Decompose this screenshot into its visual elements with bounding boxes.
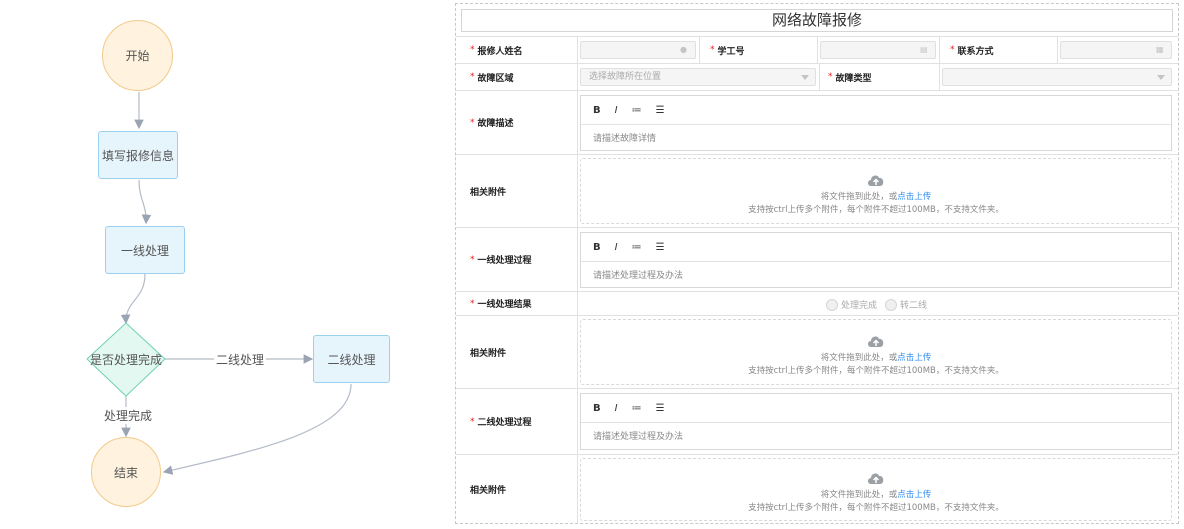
phone-icon: ▦ — [1156, 45, 1164, 54]
bold-button[interactable]: B — [593, 403, 601, 414]
attachments-label: 相关附件 — [470, 187, 507, 198]
chevron-down-icon — [1157, 75, 1165, 80]
fault-report-form: 网络故障报修 *报修人姓名 ● *学工号 ▤ *联系方式 ▦ *故障区域 — [455, 3, 1179, 524]
cloud-upload-icon — [868, 473, 884, 484]
radio-transfer[interactable] — [885, 298, 898, 311]
edge-firstline-decision — [120, 273, 146, 325]
radio-done[interactable] — [826, 298, 838, 311]
second-process-editor[interactable]: B I ≔ ☰ 请描述处理过程及办法 — [580, 393, 1172, 450]
first-line-node-label: 一线处理 — [120, 243, 169, 258]
bullet-list-button[interactable]: ☰ — [656, 403, 665, 414]
first-line-node[interactable]: 一线处理 — [105, 226, 185, 274]
end-node[interactable]: 结束 — [91, 437, 161, 507]
form-title: 网络故障报修 — [461, 9, 1173, 32]
row-attachments-2: 相关附件 将文件拖到此处，或点击上传 支持按ctrl上传多个附件，每个附件不超过… — [456, 315, 1178, 388]
italic-button[interactable]: I — [615, 105, 618, 116]
italic-button[interactable]: I — [615, 242, 618, 253]
second-line-node-label: 二线处理 — [327, 352, 376, 367]
cloud-upload-icon — [868, 336, 884, 347]
second-process-placeholder: 请描述处理过程及办法 — [593, 432, 684, 442]
id-card-icon: ▤ — [920, 45, 928, 54]
cloud-upload-icon — [868, 175, 884, 186]
editor-toolbar: B I ≔ ☰ — [581, 96, 1171, 125]
fill-info-node[interactable]: 填写报修信息 — [98, 131, 178, 179]
fault-type-label: * 故障类型 — [828, 72, 872, 84]
first-result-radio-group: 处理完成 转二线 — [826, 298, 935, 311]
fault-desc-placeholder: 请描述故障详情 — [593, 134, 657, 144]
start-node-label: 开始 — [125, 49, 150, 63]
reporter-name-label: * 报修人姓名 — [470, 45, 523, 57]
reporter-name-input[interactable]: ● — [580, 41, 696, 59]
edge-label-done: 处理完成 — [102, 407, 155, 424]
edge-secondline-end — [162, 383, 352, 475]
start-node[interactable]: 开始 — [102, 20, 173, 91]
row-fault-desc: * 故障描述 B I ≔ ☰ 请描述故障详情 — [456, 90, 1178, 154]
row-attachments-1: 相关附件 将文件拖到此处，或点击上传 支持按ctrl上传多个附件，每个附件不超过… — [456, 154, 1178, 227]
attachments-label: 相关附件 — [470, 485, 507, 496]
flowchart: 开始 填写报修信息 一线处理 是否处理完成 二线处理 结束 二线处理 处理完成 — [0, 0, 440, 529]
fill-info-node-label: 填写报修信息 — [101, 148, 174, 163]
fault-area-select[interactable]: 选择故障所在位置 — [580, 68, 816, 86]
upload-hint: 支持按ctrl上传多个附件，每个附件不超过100MB，不支持文件夹。 — [748, 503, 1004, 513]
ordered-list-button[interactable]: ≔ — [632, 403, 642, 414]
contact-label: * 联系方式 — [950, 45, 994, 57]
bold-button[interactable]: B — [593, 105, 601, 116]
second-line-node[interactable]: 二线处理 — [313, 335, 390, 383]
user-icon: ● — [680, 45, 687, 54]
attachment-upload-area[interactable]: 将文件拖到此处，或点击上传 支持按ctrl上传多个附件，每个附件不超过100MB… — [580, 319, 1172, 385]
row-reporter: * 报修人姓名 ● * 学工号 ▤ * 联系方式 ▦ — [456, 36, 1178, 63]
radio-transfer-label: 转二线 — [900, 301, 928, 311]
fault-desc-editor[interactable]: B I ≔ ☰ 请描述故障详情 — [580, 95, 1172, 151]
click-upload-link[interactable]: 点击上传 — [897, 192, 931, 202]
chevron-down-icon — [801, 75, 809, 80]
ordered-list-button[interactable]: ≔ — [632, 242, 642, 253]
row-fault-area: * 故障区域 选择故障所在位置 * 故障类型 — [456, 63, 1178, 90]
bold-button[interactable]: B — [593, 242, 601, 253]
contact-input[interactable]: ▦ — [1060, 41, 1172, 59]
fault-area-placeholder: 选择故障所在位置 — [589, 72, 662, 82]
upload-hint: 支持按ctrl上传多个附件，每个附件不超过100MB，不支持文件夹。 — [748, 366, 1004, 376]
italic-button[interactable]: I — [615, 403, 618, 414]
ordered-list-button[interactable]: ≔ — [632, 105, 642, 116]
row-first-process: * 一线处理过程 B I ≔ ☰ 请描述处理过程及办法 — [456, 227, 1178, 291]
attachment-upload-area[interactable]: 将文件拖到此处，或点击上传 支持按ctrl上传多个附件，每个附件不超过100MB… — [580, 458, 1172, 521]
row-second-process: * 二线处理过程 B I ≔ ☰ 请描述处理过程及办法 — [456, 388, 1178, 454]
attachment-upload-area[interactable]: 将文件拖到此处，或点击上传 支持按ctrl上传多个附件，每个附件不超过100MB… — [580, 158, 1172, 224]
bullet-list-button[interactable]: ☰ — [656, 242, 665, 253]
second-process-label: * 二线处理过程 — [470, 416, 532, 429]
first-process-editor[interactable]: B I ≔ ☰ 请描述处理过程及办法 — [580, 232, 1172, 288]
student-id-input[interactable]: ▤ — [820, 41, 936, 59]
upload-hint: 支持按ctrl上传多个附件，每个附件不超过100MB，不支持文件夹。 — [748, 205, 1004, 215]
flowchart-connectors — [86, 92, 352, 475]
fault-desc-label: * 故障描述 — [470, 117, 514, 130]
attachments-label: 相关附件 — [470, 348, 507, 359]
editor-toolbar: B I ≔ ☰ — [581, 394, 1171, 423]
bullet-list-button[interactable]: ☰ — [656, 105, 665, 116]
fault-area-label: * 故障区域 — [470, 72, 514, 84]
row-first-result: * 一线处理结果 处理完成 转二线 — [456, 291, 1178, 315]
row-attachments-3: 相关附件 将文件拖到此处，或点击上传 支持按ctrl上传多个附件，每个附件不超过… — [456, 454, 1178, 523]
editor-toolbar: B I ≔ ☰ — [581, 233, 1171, 262]
first-result-label: * 一线处理结果 — [470, 298, 532, 311]
click-upload-link[interactable]: 点击上传 — [897, 490, 931, 500]
click-upload-link[interactable]: 点击上传 — [897, 353, 931, 363]
edge-label-second-line: 二线处理 — [214, 351, 267, 368]
edge-fill-firstline — [138, 179, 152, 225]
student-id-label: * 学工号 — [710, 45, 745, 57]
fault-type-select[interactable] — [942, 68, 1172, 86]
decision-node[interactable]: 是否处理完成 — [87, 348, 165, 370]
first-process-label: * 一线处理过程 — [470, 254, 532, 267]
decision-node-label: 是否处理完成 — [89, 352, 162, 367]
radio-done-label: 处理完成 — [841, 301, 878, 311]
end-node-label: 结束 — [113, 465, 138, 480]
first-process-placeholder: 请描述处理过程及办法 — [593, 271, 684, 281]
